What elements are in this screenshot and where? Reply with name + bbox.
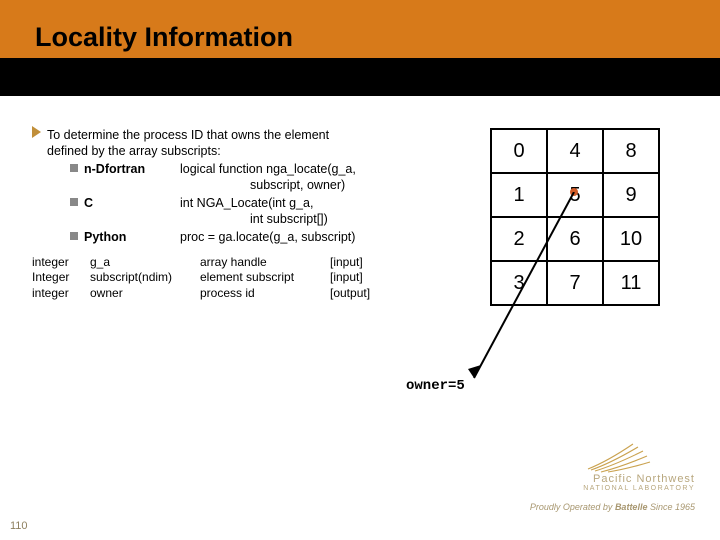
lang-fortran: n-Dfortran logical function nga_locate(g… [70,161,462,193]
param-type: integer [32,286,90,301]
owner-label: owner=5 [406,378,465,394]
param-desc: process id [200,286,330,301]
page-number: 110 [10,520,28,532]
fortran-sig-b: subscript, owner) [180,178,345,192]
bullet-arrow-icon [32,126,41,138]
footer-bold: Battelle [615,502,648,512]
slide-title: Locality Information [35,22,293,53]
param-name: owner [90,286,200,301]
lang-python: Python proc = ga.locate(g_a, subscript) [70,229,462,245]
main-bullet-line2: defined by the array subscripts: [47,144,221,158]
params-table: integer Integer integer g_a subscript(nd… [32,255,462,301]
param-type: integer [32,255,90,270]
square-bullet-icon [70,232,78,240]
footer-prefix: Proudly Operated by [530,502,615,512]
slide-root: Locality Information To determine the pr… [0,0,720,540]
python-sig: proc = ga.locate(g_a, subscript) [180,230,355,244]
lang-name-python: Python [84,230,126,244]
grid-cell: 10 [603,217,659,261]
square-bullet-icon [70,198,78,206]
lang-name-c: C [84,196,93,210]
grid-cell: 9 [603,173,659,217]
param-io: [output] [330,286,390,301]
lang-c: C int NGA_Locate(int g_a, int subscript[… [70,195,462,227]
param-type: Integer [32,270,90,285]
grid-cell: 8 [603,129,659,173]
param-io: [input] [330,255,390,270]
param-desc: element subscript [200,270,330,285]
brand-name: Pacific Northwest [583,473,695,485]
fortran-sig-a: logical function nga_locate(g_a, [180,162,356,176]
content-area: To determine the process ID that owns th… [32,126,462,301]
main-bullet-line1: To determine the process ID that owns th… [47,128,329,142]
footer-suffix: Since 1965 [647,502,695,512]
brand-sub: NATIONAL LABORATORY [583,485,695,492]
param-io: [input] [330,270,390,285]
starburst-logo-icon [583,439,653,473]
grid-cell: 4 [547,129,603,173]
square-bullet-icon [70,164,78,172]
param-name: g_a [90,255,200,270]
footer-brand: Pacific Northwest NATIONAL LABORATORY [583,439,695,492]
title-black-strip [0,58,720,96]
c-sig-b: int subscript[]) [180,212,328,226]
param-name: subscript(ndim) [90,270,200,285]
grid-cell: 11 [603,261,659,305]
footer-tagline: Proudly Operated by Battelle Since 1965 [530,502,695,512]
main-bullet: To determine the process ID that owns th… [32,126,462,159]
c-sig-a: int NGA_Locate(int g_a, [180,196,313,210]
param-desc: array handle [200,255,330,270]
lang-name-fortran: n-Dfortran [84,162,145,176]
grid-cell: 0 [491,129,547,173]
pointer-arrow-icon [462,192,582,392]
